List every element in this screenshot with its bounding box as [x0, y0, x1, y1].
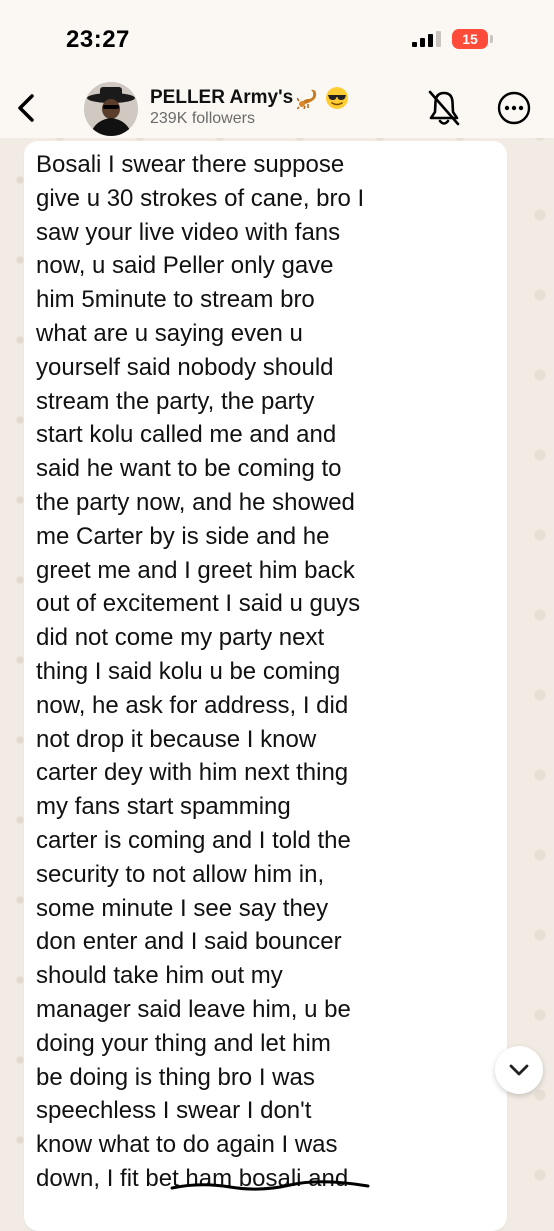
scroll-to-bottom-button[interactable]: [495, 1046, 543, 1094]
chevron-down-icon: [509, 1064, 529, 1076]
channel-name: PELLER Army's: [150, 87, 294, 108]
sunglasses-face-emoji: [326, 87, 349, 109]
mute-button[interactable]: [426, 88, 462, 128]
scribble-overlay: [170, 1180, 370, 1191]
more-options-icon: [497, 91, 531, 125]
battery-tip: [490, 35, 493, 43]
channel-avatar[interactable]: [84, 82, 138, 136]
cellular-signal-icon: [412, 31, 441, 47]
battery-level: 15: [462, 31, 478, 47]
bell-slash-icon: [428, 90, 460, 126]
chevron-left-icon: [18, 94, 34, 122]
scorpion-emoji: [297, 89, 317, 109]
status-time: 23:27: [66, 26, 130, 53]
follower-count: 239K followers: [150, 110, 255, 127]
status-bar: 23:27 15: [0, 0, 554, 80]
more-options-button[interactable]: [496, 90, 532, 126]
channel-title[interactable]: PELLER Army's: [150, 86, 349, 110]
battery-indicator: 15: [452, 29, 488, 49]
message-text: Bosali I swear there suppose give u 30 s…: [36, 151, 365, 1192]
back-button[interactable]: [8, 86, 44, 130]
channel-header: PELLER Army's 239K followers: [0, 80, 554, 138]
avatar-image: [84, 82, 138, 136]
